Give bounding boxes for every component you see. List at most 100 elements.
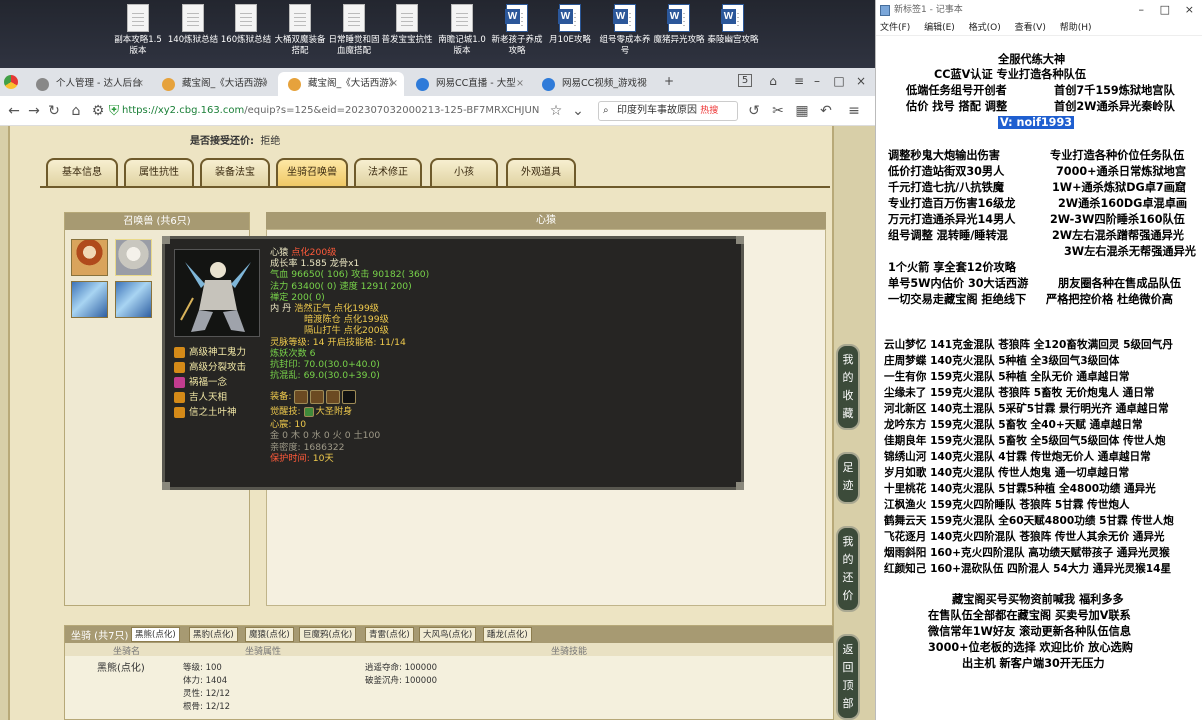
skill-item[interactable]: 吉人天相 xyxy=(174,390,274,405)
desktop-word-icon[interactable]: 月10E攻略 xyxy=(542,4,598,46)
menu-edit[interactable]: 编辑(E) xyxy=(924,23,955,33)
pet-avatar[interactable] xyxy=(71,239,108,276)
more-menu-icon[interactable]: ≡ xyxy=(844,101,864,121)
close-icon[interactable]: × xyxy=(260,72,268,96)
desktop-word-icon[interactable]: 魔猪异光攻略 xyxy=(651,4,707,46)
desktop-file-icon[interactable]: 日常睡觉和固血魔搭配 xyxy=(326,4,382,57)
equip-slot-icon[interactable] xyxy=(326,389,341,404)
tab-cc-live[interactable]: 网易CC直播 - 大型 × xyxy=(406,72,530,96)
skill-name: 吉人天相 xyxy=(189,392,228,403)
close-window-icon[interactable]: × xyxy=(848,70,874,92)
pet-avatar[interactable] xyxy=(115,281,152,318)
my-offers-button[interactable]: 我的还价 xyxy=(836,526,860,612)
mount-tab[interactable]: 黑熊(点化) xyxy=(131,627,180,642)
mount-attr: 体力: 1404 xyxy=(183,676,228,686)
dropdown-icon[interactable]: ⌄ xyxy=(568,101,588,121)
tab-divider xyxy=(40,186,830,188)
close-icon[interactable]: × xyxy=(640,72,648,96)
resist-chaos: 抗混乱: 69.0(30.0+39.0) xyxy=(270,370,380,382)
favorites-button[interactable]: 我的收藏 xyxy=(836,344,860,430)
tab-cc-video[interactable]: 网易CC视频_游戏视 × xyxy=(532,72,654,96)
equip-slot-icon[interactable] xyxy=(342,389,357,404)
tab-mount-pets[interactable]: 坐骑召唤兽 xyxy=(276,158,348,186)
column-header: 坐骑名 xyxy=(113,647,141,657)
desktop-file-icon[interactable]: 160炼狱总结 xyxy=(218,4,274,46)
tab-appearance[interactable]: 外观道具 xyxy=(506,158,576,186)
mount-tab[interactable]: 大风鸟(点化) xyxy=(419,627,477,642)
tab-count-badge[interactable]: 5 xyxy=(732,70,758,92)
tab-basic-info[interactable]: 基本信息 xyxy=(46,158,118,186)
forward-icon[interactable]: → xyxy=(24,101,44,121)
equip-slot-icon[interactable] xyxy=(294,389,309,404)
shirt-icon[interactable]: ⌂ xyxy=(760,70,786,92)
menu-format[interactable]: 格式(O) xyxy=(969,23,1001,33)
protect-value: 10天 xyxy=(312,452,334,464)
desktop-word-icon[interactable]: 秦陵幽宫攻略 xyxy=(705,4,761,46)
menu-file[interactable]: 文件(F) xyxy=(880,23,910,33)
close-icon[interactable]: × xyxy=(516,72,524,96)
notepad-menu: 文件(F) 编辑(E) 格式(O) 查看(V) 帮助(H) xyxy=(876,20,1202,36)
tab-label: 坐骑召唤兽 xyxy=(287,167,337,178)
mount-tab[interactable]: 蹯龙(点化) xyxy=(483,627,532,642)
home-icon[interactable]: ⌂ xyxy=(66,101,86,121)
tab-spell-correction[interactable]: 法术修正 xyxy=(354,158,422,186)
star-icon[interactable]: ☆ xyxy=(546,101,566,121)
mount-tab[interactable]: 巨魔鸦(点化) xyxy=(299,627,357,642)
refresh-icon[interactable]: ↻ xyxy=(44,101,64,121)
page-content: 是否接受还价: 拒绝 基本信息 属性抗性 装备法宝 坐骑召唤兽 法术修正 小孩 … xyxy=(0,126,875,720)
mount-attr: 根骨: 12/12 xyxy=(183,702,231,712)
grid-icon[interactable]: ▦ xyxy=(792,101,812,121)
footprint-button[interactable]: 足迹 xyxy=(836,452,860,504)
skill-item[interactable]: 祸福一念 xyxy=(174,375,274,390)
desktop-file-icon[interactable]: 140炼狱总结 xyxy=(165,4,221,46)
pet-intimacy: 亲密度: 1686322 xyxy=(270,441,345,453)
mount-tab[interactable]: 青雷(点化) xyxy=(365,627,414,642)
desktop-word-icon[interactable]: 新老孩子养成攻略 xyxy=(489,4,545,57)
browser-logo-icon[interactable] xyxy=(4,75,18,89)
tab-child[interactable]: 小孩 xyxy=(430,158,498,186)
undo-icon[interactable]: ↶ xyxy=(816,101,836,121)
skill-item[interactable]: 高级分裂攻击 xyxy=(174,360,274,375)
desktop-icon-label: 副本攻略1.5版本 xyxy=(114,35,162,56)
skill-item[interactable]: 信之土叶神 xyxy=(174,405,274,420)
notepad-text-area[interactable]: 全服代练大神 CC蓝V认证 专业打造各种队伍 低端任务组号开创者 首创7千159… xyxy=(876,36,1202,720)
cc-favicon-icon xyxy=(416,78,429,91)
equip-slot-icon[interactable] xyxy=(310,389,325,404)
url-input[interactable]: https://xy2.cbg.163.com/equip?s=125&eid=… xyxy=(122,101,592,121)
close-icon[interactable]: × xyxy=(390,72,398,96)
mount-tab[interactable]: 魔猿(点化) xyxy=(245,627,294,642)
tab-attributes[interactable]: 属性抗性 xyxy=(124,158,194,186)
search-input[interactable]: ⌕ 印度列车事故原因 热搜 xyxy=(598,101,738,121)
pet-avatar[interactable] xyxy=(71,281,108,318)
menu-view[interactable]: 查看(V) xyxy=(1015,23,1046,33)
skill-item[interactable]: 高级神工鬼力 xyxy=(174,345,274,360)
tab-personal-admin[interactable]: 个人管理 - 达人后台 × xyxy=(26,72,150,96)
text-line: 出主机 新客户端30开无压力 xyxy=(962,657,1105,670)
skill-name: 祸福一念 xyxy=(189,377,228,388)
mount-panel: 坐骑 (共7只) 黑熊(点化) 黑豹(点化) 魔猿(点化) 巨魔鸦(点化) 青雷… xyxy=(64,625,834,720)
bond-label: 心宸: xyxy=(270,419,292,431)
menu-help[interactable]: 帮助(H) xyxy=(1060,23,1092,33)
minimize-icon[interactable]: – xyxy=(1139,0,1145,20)
back-to-top-button[interactable]: 返回顶部 xyxy=(836,634,860,720)
desktop-file-icon[interactable]: 普发宝宝抗性 xyxy=(379,4,435,46)
tab-cbg-active[interactable]: 藏宝阁_《大话西游》 × xyxy=(278,72,404,96)
desktop-file-icon[interactable]: 南瞻记城1.0版本 xyxy=(434,4,490,57)
close-window-icon[interactable]: × xyxy=(1185,0,1194,20)
extension-icon[interactable]: ↺ xyxy=(744,101,764,121)
maximize-icon[interactable]: □ xyxy=(1160,0,1170,20)
desktop-icon-label: 月10E攻略 xyxy=(549,35,591,45)
scissors-icon[interactable]: ✂ xyxy=(768,101,788,121)
tab-cbg-1[interactable]: 藏宝阁_《大话西游》 × xyxy=(152,72,274,96)
mount-tab[interactable]: 黑豹(点化) xyxy=(189,627,238,642)
desktop-file-icon[interactable]: 副本攻略1.5版本 xyxy=(110,4,166,57)
close-icon[interactable]: × xyxy=(136,72,144,96)
text-line: 朋友圈各种在售成品队伍 xyxy=(1058,277,1182,290)
desktop-word-icon[interactable]: 组号零成本养号 xyxy=(597,4,653,57)
new-tab-button[interactable]: + xyxy=(656,70,682,92)
pet-hp-attack: 气血 96650( 106) 攻击 90182( 360) xyxy=(270,269,430,281)
pet-avatar-selected[interactable] xyxy=(115,239,152,276)
back-icon[interactable]: ← xyxy=(4,101,24,121)
tab-equipment[interactable]: 装备法宝 xyxy=(200,158,270,186)
desktop-file-icon[interactable]: 大桶双魔装备搭配 xyxy=(272,4,328,57)
